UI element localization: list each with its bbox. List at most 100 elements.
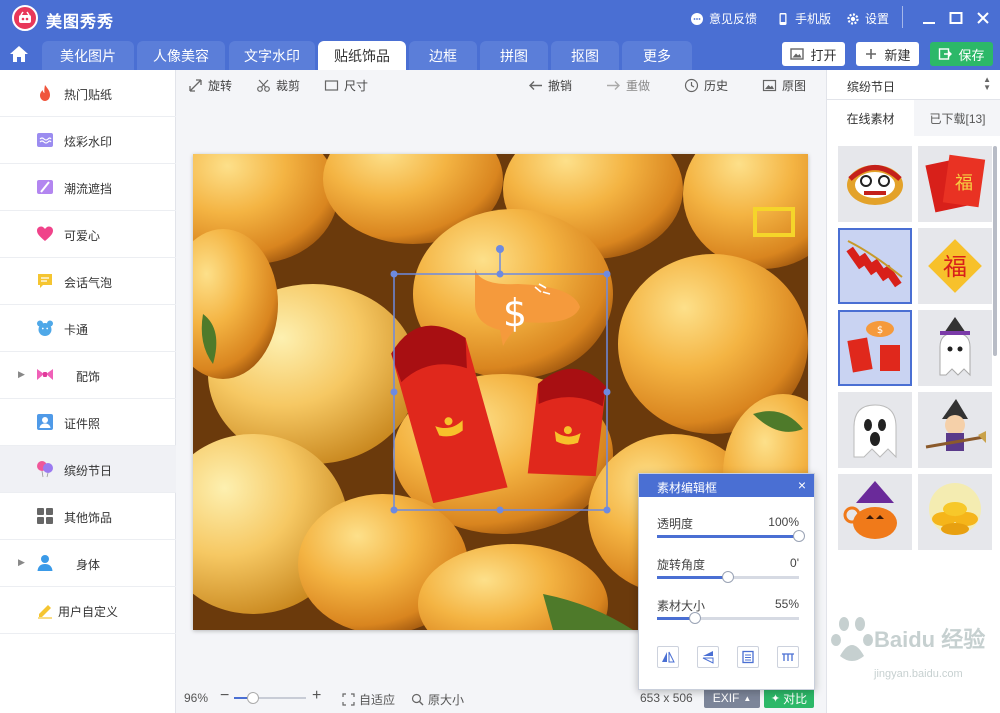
flame-icon <box>36 84 54 102</box>
expand-arrow-icon[interactable]: ▶ <box>18 369 25 380</box>
history-label: 历史 <box>704 79 729 93</box>
undo-button[interactable]: 撤销 <box>528 77 572 94</box>
sticker-thumb-red-envelopes[interactable]: $ <box>838 310 912 386</box>
rotation-slider-handle[interactable] <box>722 571 734 583</box>
sidebar-item-hot-stickers[interactable]: 热门贴纸 <box>0 70 176 117</box>
sticker-thumb-firecrackers[interactable] <box>838 228 912 304</box>
sticker-thumb-lion-dance[interactable] <box>838 146 912 222</box>
close-button[interactable] <box>973 8 993 28</box>
tab-beautify[interactable]: 美化图片 <box>42 41 134 70</box>
exif-label: EXIF <box>712 691 740 705</box>
phone-icon <box>779 12 787 25</box>
zoom-slider[interactable] <box>234 692 306 704</box>
sticker-thumb-witch-broom[interactable] <box>918 392 992 468</box>
fit-button[interactable]: 自适应 <box>342 691 395 708</box>
sidebar-item-other-ornaments[interactable]: 其他饰品 <box>0 493 176 540</box>
svg-text:$: $ <box>877 325 883 336</box>
sidebar-item-speech-bubble[interactable]: 会话气泡 <box>0 258 176 305</box>
sticker-thumb-fu-diamond[interactable]: 福 <box>918 228 992 304</box>
sidebar-item-festivals[interactable]: 缤纷节日 <box>0 446 176 493</box>
size-button[interactable]: 尺寸 <box>324 77 368 94</box>
svg-text:福: 福 <box>943 253 967 281</box>
picture-icon <box>762 79 777 92</box>
zoom-slider-handle[interactable] <box>247 692 259 704</box>
settings-link[interactable]: 设置 <box>846 10 889 27</box>
titlebar-divider <box>902 6 903 28</box>
sticker-thumb-ghost-witch[interactable] <box>918 310 992 386</box>
sticker-thumb-gold-ingots[interactable] <box>918 474 992 550</box>
flip-vertical-button[interactable] <box>697 646 719 668</box>
exif-button[interactable]: EXIF ▲ <box>704 688 760 708</box>
mobile-link[interactable]: 手机版 <box>776 10 831 27</box>
sticker-thumb-fu-envelope[interactable]: 福 <box>918 146 992 222</box>
sticker-thumb-ghost[interactable] <box>838 392 912 468</box>
material-panel-close-icon[interactable]: × <box>798 477 806 493</box>
home-icon[interactable] <box>8 44 30 64</box>
image-icon <box>790 48 805 60</box>
tab-text-watermark[interactable]: 文字水印 <box>229 41 315 70</box>
layer-button[interactable] <box>737 646 759 668</box>
fu-envelope-icon: 福 <box>925 154 986 213</box>
flip-horizontal-button[interactable] <box>657 646 679 668</box>
lion-dance-icon <box>847 165 903 205</box>
original-button[interactable]: 原图 <box>762 77 806 94</box>
rotation-slider[interactable] <box>657 571 799 583</box>
undo-arrow-icon <box>529 81 542 90</box>
minimize-button[interactable] <box>919 8 939 28</box>
category-select[interactable]: 缤纷节日 ▲ ▼ <box>827 70 1000 100</box>
zoom-out-button[interactable]: − <box>220 687 229 705</box>
tab-downloaded[interactable]: 已下载[13] <box>914 100 1000 136</box>
save-button[interactable]: 保存 <box>930 42 993 66</box>
opacity-slider[interactable] <box>657 530 805 542</box>
size-value: 55% <box>774 597 799 611</box>
compare-button[interactable]: ✦ 对比 <box>764 688 814 708</box>
redo-button[interactable]: 重做 <box>606 77 650 94</box>
library-scrollbar[interactable] <box>993 146 997 356</box>
size-slider[interactable] <box>657 612 799 624</box>
original-size-button[interactable]: 原大小 <box>411 691 464 708</box>
close-icon <box>977 12 989 24</box>
maximize-button[interactable] <box>946 8 966 28</box>
sidebar-item-trendy-mask[interactable]: 潮流遮挡 <box>0 164 176 211</box>
feedback-label: 意见反馈 <box>709 12 758 26</box>
zoom-in-button[interactable]: + <box>312 687 321 705</box>
main-tab-bar: 美化图片 人像美容 文字水印 贴纸饰品 边框 拼图 抠图 更多 打开 新建 保存 <box>0 36 1000 70</box>
size-label: 尺寸 <box>344 79 369 93</box>
material-edit-panel: 素材编辑框 × 透明度 100% 旋转角度 0' 素材大小 55% <box>638 473 815 690</box>
material-panel-header[interactable]: 素材编辑框 × <box>639 474 814 497</box>
sidebar-item-custom[interactable]: 用户自定义 <box>0 587 176 634</box>
undo-label: 撤销 <box>548 79 573 93</box>
layer-icon <box>742 650 754 664</box>
tab-online-materials[interactable]: 在线素材 <box>827 100 914 136</box>
open-button[interactable]: 打开 <box>782 42 845 66</box>
size-slider-handle[interactable] <box>689 612 701 624</box>
feedback-link[interactable]: 意见反馈 <box>690 10 757 27</box>
align-icon <box>782 653 794 661</box>
tab-more[interactable]: 更多 <box>622 41 692 70</box>
sidebar-item-body[interactable]: ▶ 身体 <box>0 540 176 587</box>
sticker-thumb-halloween-pumpkin[interactable] <box>838 474 912 550</box>
tab-cutout[interactable]: 抠图 <box>551 41 619 70</box>
original-label: 原图 <box>782 79 807 93</box>
tab-portrait[interactable]: 人像美容 <box>137 41 225 70</box>
tab-frames[interactable]: 边框 <box>409 41 477 70</box>
tab-collage[interactable]: 拼图 <box>480 41 548 70</box>
balloon-icon <box>36 460 54 478</box>
sidebar-item-accessories[interactable]: ▶ 配饰 <box>0 352 176 399</box>
tab-stickers[interactable]: 贴纸饰品 <box>318 41 406 70</box>
sidebar-item-cute-heart[interactable]: 可爱心 <box>0 211 176 258</box>
sidebar-item-id-photo[interactable]: 证件照 <box>0 399 176 446</box>
crop-label: 裁剪 <box>276 79 301 93</box>
crop-button[interactable]: 裁剪 <box>256 77 300 94</box>
chat-icon <box>691 12 703 25</box>
opacity-slider-handle[interactable] <box>793 530 805 542</box>
scissors-icon <box>257 79 270 92</box>
sidebar-item-color-watermark[interactable]: 炫彩水印 <box>0 117 176 164</box>
history-button[interactable]: 历史 <box>684 77 728 94</box>
sidebar-item-cartoon[interactable]: 卡通 <box>0 305 176 352</box>
new-button[interactable]: 新建 <box>856 42 919 66</box>
rotate-button[interactable]: 旋转 <box>188 77 232 94</box>
align-button[interactable] <box>777 646 799 668</box>
expand-arrow-icon[interactable]: ▶ <box>18 557 25 568</box>
app-title: 美图秀秀 <box>46 14 115 31</box>
